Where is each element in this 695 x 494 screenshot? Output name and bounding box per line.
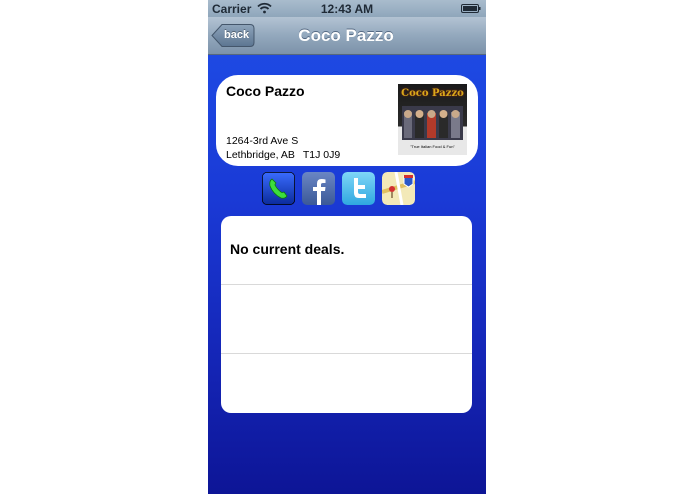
logo-tagline: "True Italian Food & Fun" — [410, 144, 455, 149]
navigation-bar: back Coco Pazzo — [208, 17, 486, 55]
phone-icon[interactable] — [262, 172, 295, 205]
deal-list-item[interactable]: No current deals. — [221, 216, 472, 285]
battery-icon — [461, 4, 481, 13]
logo-people-illustration — [402, 106, 463, 140]
maps-icon[interactable] — [382, 172, 415, 205]
logo-title: Coco Pazzo — [401, 88, 464, 99]
status-time: 12:43 AM — [320, 2, 374, 16]
action-icons-row — [262, 172, 422, 207]
business-logo: Coco Pazzo "True Italian Food & Fun" — [398, 84, 467, 155]
deal-text: No current deals. — [230, 241, 345, 257]
facebook-icon[interactable] — [302, 172, 335, 205]
page-title: Coco Pazzo — [298, 26, 394, 45]
back-button[interactable]: back — [211, 23, 255, 48]
maps-icon-graphic — [382, 172, 415, 205]
facebook-icon-graphic — [302, 172, 335, 205]
business-name: Coco Pazzo — [226, 83, 305, 99]
phone-icon-graphic — [262, 172, 295, 205]
back-button-label: back — [224, 29, 250, 41]
address-city-line: Lethbridge, AB T1J 0J9 — [226, 148, 340, 162]
deal-list-item[interactable] — [221, 354, 472, 413]
business-address: 1264-3rd Ave S Lethbridge, AB T1J 0J9 — [226, 134, 340, 162]
deal-list-item[interactable] — [221, 285, 472, 354]
twitter-icon[interactable] — [342, 172, 375, 205]
address-postal-code: T1J 0J9 — [302, 149, 341, 161]
business-info-card: Coco Pazzo 1264-3rd Ave S Lethbridge, AB… — [216, 75, 478, 166]
twitter-icon-graphic — [342, 172, 375, 205]
address-street: 1264-3rd Ave S — [226, 135, 299, 147]
phone-screen: Carrier 12:43 AM back Coco Pazzo Coco Pa… — [208, 0, 486, 494]
deals-list: No current deals. — [221, 216, 472, 413]
status-bar: Carrier 12:43 AM — [208, 0, 486, 17]
address-city: Lethbridge, AB — [226, 149, 295, 161]
